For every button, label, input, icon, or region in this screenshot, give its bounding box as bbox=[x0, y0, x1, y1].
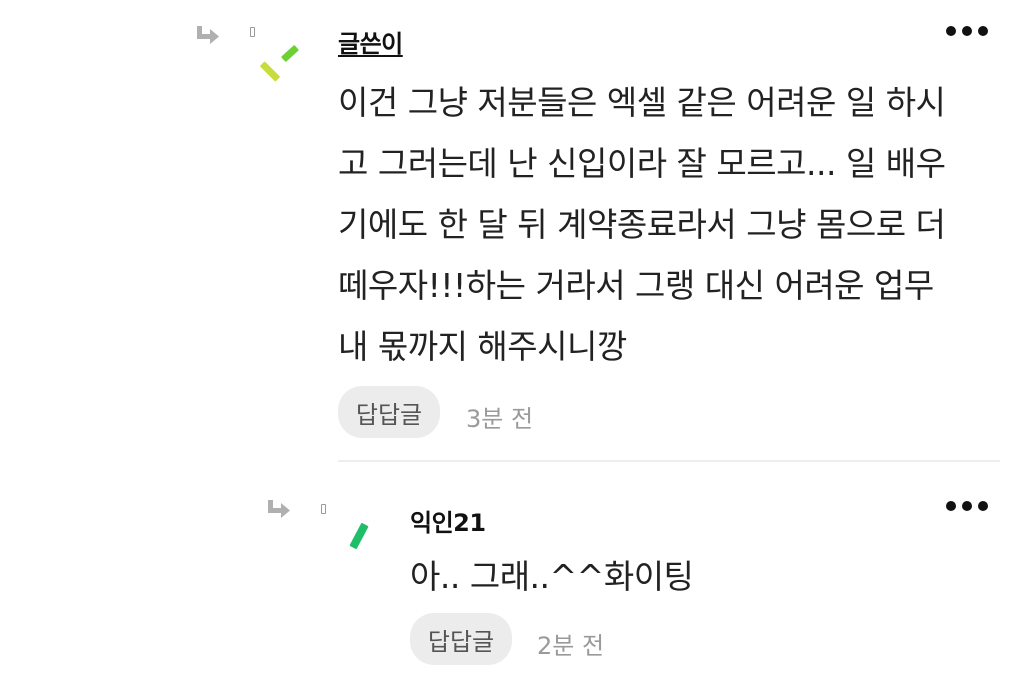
lock-icon bbox=[321, 504, 326, 514]
comment-timestamp: 2분 전 bbox=[537, 632, 605, 660]
reply-button[interactable]: 답답글 bbox=[410, 613, 512, 665]
more-options-button[interactable] bbox=[946, 26, 988, 36]
comment-divider bbox=[338, 460, 1000, 462]
more-options-button[interactable] bbox=[946, 501, 988, 511]
more-dots-icon bbox=[946, 26, 956, 36]
comment-author[interactable]: 익인21 bbox=[410, 503, 486, 538]
lock-icon bbox=[250, 27, 255, 37]
comment-timestamp: 3분 전 bbox=[466, 405, 534, 433]
reply-arrow-icon bbox=[197, 26, 219, 44]
comment-body: 아.. 그래..^^화이팅 bbox=[410, 557, 694, 596]
avatar[interactable] bbox=[255, 38, 305, 88]
avatar[interactable] bbox=[340, 518, 380, 558]
comment-body: 이건 그냥 저분들은 엑셀 같은 어려운 일 하시 고 그러는데 난 신입이라 … bbox=[338, 83, 946, 366]
reply-arrow-icon bbox=[268, 500, 290, 518]
comment-author[interactable]: 글쓴이 bbox=[338, 24, 403, 59]
reply-button[interactable]: 답답글 bbox=[338, 386, 440, 438]
more-dots-icon bbox=[946, 501, 956, 511]
